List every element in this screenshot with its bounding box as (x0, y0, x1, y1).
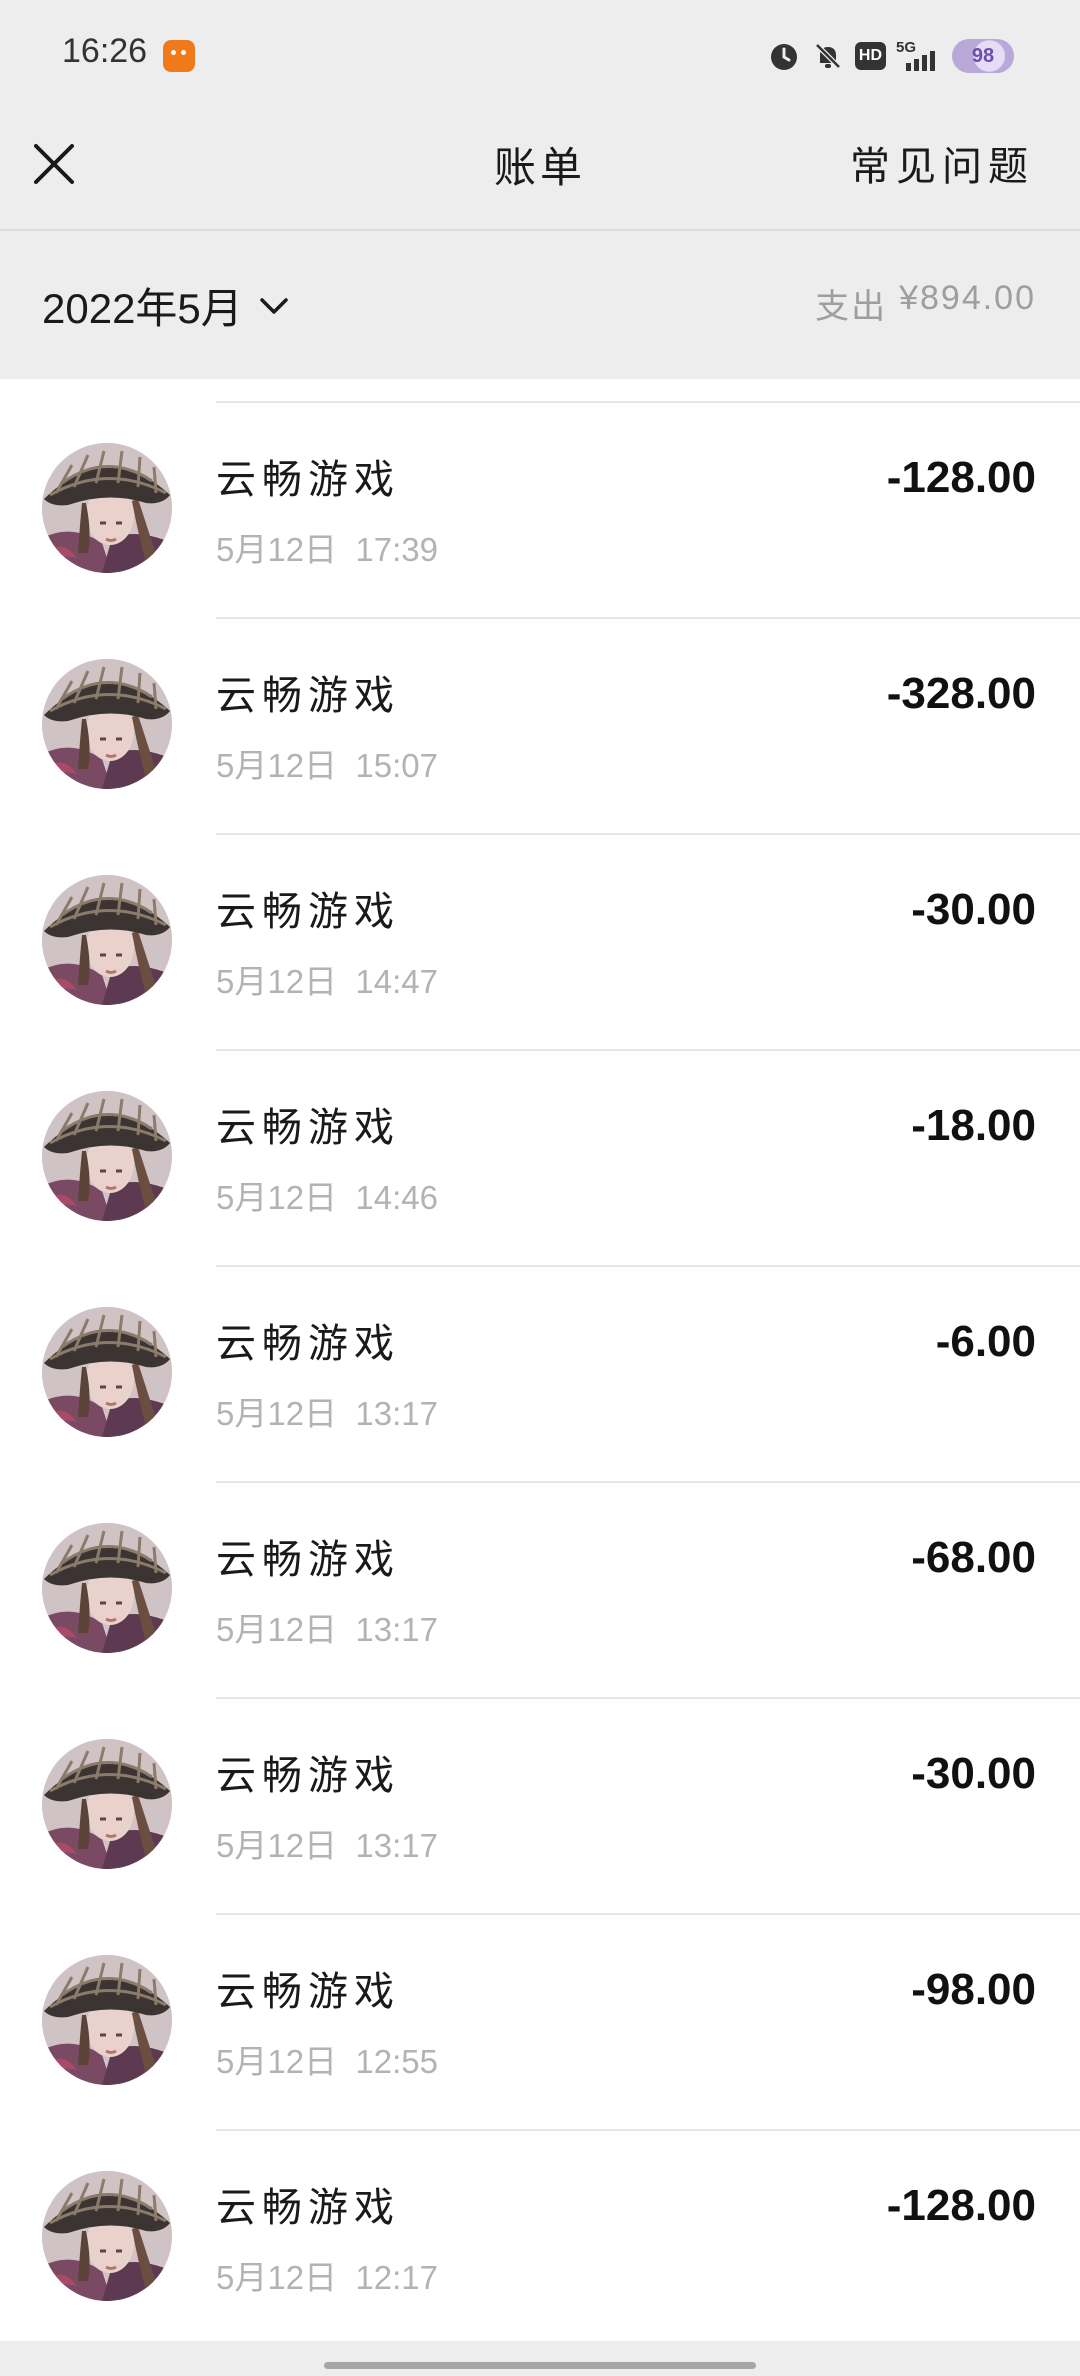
transaction-date: 5月12日 (216, 2043, 338, 2080)
merchant-name: 云畅游戏 (216, 673, 400, 719)
status-bar: 16:26 HD 5G 98 (0, 0, 1080, 100)
transaction-date: 5月12日 (216, 1395, 338, 1432)
hd-icon: HD (854, 42, 886, 70)
month-label: 2022年5月 (42, 285, 243, 332)
transaction-date: 5月12日 (216, 1827, 338, 1864)
month-selector[interactable]: 2022年5月 (42, 275, 289, 336)
transaction-amount: -128.00 (886, 2181, 1036, 2230)
transaction-amount: -98.00 (911, 1965, 1036, 2014)
transaction-time: 5月12日 13:17 (216, 1819, 438, 1867)
transaction-time: 5月12日 13:17 (216, 1603, 438, 1651)
bottom-strip (0, 2341, 1080, 2376)
transaction-row[interactable]: 云畅游戏 5月12日 13:17 -68.00 (0, 1483, 1080, 1699)
merchant-name: 云畅游戏 (216, 457, 400, 503)
expense-amount: ¥894.00 (899, 279, 1036, 317)
status-icons: HD 5G 98 (767, 36, 1014, 76)
transaction-row[interactable]: 云畅游戏 5月12日 12:17 -128.00 (0, 2131, 1080, 2341)
transaction-date: 5月12日 (216, 2259, 338, 2296)
transaction-row[interactable]: 云畅游戏 5月12日 13:17 -6.00 (0, 1267, 1080, 1483)
transaction-clock: 12:55 (355, 2043, 438, 2080)
merchant-name: 云畅游戏 (216, 889, 400, 935)
app-notification-icon (163, 40, 195, 72)
transaction-time: 5月12日 12:17 (216, 2251, 438, 2299)
nav-bar: 账单 常见问题 (0, 100, 1080, 230)
transaction-clock: 13:17 (355, 1395, 438, 1432)
transaction-time: 5月12日 15:07 (216, 739, 438, 787)
transaction-time: 5月12日 14:46 (216, 1171, 438, 1219)
signal-5g-icon: 5G (896, 39, 942, 73)
transaction-row[interactable]: 云畅游戏 5月12日 17:39 -128.00 (0, 403, 1080, 619)
transaction-amount: -6.00 (935, 1317, 1036, 1366)
transaction-time: 5月12日 14:47 (216, 955, 438, 1003)
home-indicator[interactable] (324, 2362, 756, 2369)
merchant-name: 云畅游戏 (216, 1321, 400, 1367)
avatar (42, 875, 172, 1005)
transaction-date: 5月12日 (216, 1611, 338, 1648)
avatar (42, 1307, 172, 1437)
mute-icon (811, 39, 845, 73)
transaction-clock: 14:47 (355, 963, 438, 1000)
battery-icon: 98 (952, 39, 1014, 73)
transaction-amount: -328.00 (886, 669, 1036, 718)
avatar (42, 443, 172, 573)
faq-link[interactable]: 常见问题 (850, 134, 1034, 192)
transaction-amount: -68.00 (911, 1533, 1036, 1582)
transaction-amount: -128.00 (886, 453, 1036, 502)
avatar (42, 659, 172, 789)
alarm-icon (767, 39, 801, 73)
transaction-clock: 17:39 (355, 531, 438, 568)
transaction-row[interactable]: 云畅游戏 5月12日 12:55 -98.00 (0, 1915, 1080, 2131)
merchant-name: 云畅游戏 (216, 1105, 400, 1151)
transaction-clock: 15:07 (355, 747, 438, 784)
merchant-name: 云畅游戏 (216, 1753, 400, 1799)
month-header: 2022年5月 支出 ¥894.00 (0, 231, 1080, 379)
transaction-row[interactable]: 云畅游戏 5月12日 14:46 -18.00 (0, 1051, 1080, 1267)
status-time: 16:26 (62, 32, 148, 70)
transaction-list: 云畅游戏 5月12日 17:39 -128.00 云畅游戏 5月12日 15:0… (0, 379, 1080, 2341)
avatar (42, 1523, 172, 1653)
transaction-time: 5月12日 12:55 (216, 2035, 438, 2083)
transaction-row[interactable]: 云畅游戏 5月12日 15:07 -328.00 (0, 619, 1080, 835)
transaction-time: 5月12日 17:39 (216, 523, 438, 571)
transaction-amount: -30.00 (911, 885, 1036, 934)
avatar (42, 1739, 172, 1869)
transaction-amount: -30.00 (911, 1749, 1036, 1798)
expense-label: 支出 (815, 288, 888, 326)
avatar (42, 1955, 172, 2085)
transaction-date: 5月12日 (216, 963, 338, 1000)
avatar (42, 1091, 172, 1221)
transaction-date: 5月12日 (216, 1179, 338, 1216)
merchant-name: 云畅游戏 (216, 1537, 400, 1583)
avatar (42, 2171, 172, 2301)
transaction-date: 5月12日 (216, 747, 338, 784)
transaction-time: 5月12日 13:17 (216, 1387, 438, 1435)
transaction-amount: -18.00 (911, 1101, 1036, 1150)
chevron-down-icon (260, 297, 288, 314)
merchant-name: 云畅游戏 (216, 2185, 400, 2231)
transaction-row[interactable]: 云畅游戏 5月12日 13:17 -30.00 (0, 1699, 1080, 1915)
merchant-name: 云畅游戏 (216, 1969, 400, 2015)
transaction-clock: 13:17 (355, 1827, 438, 1864)
expense-summary: 支出 ¥894.00 (815, 279, 1036, 328)
transaction-clock: 12:17 (355, 2259, 438, 2296)
transaction-row[interactable]: 云畅游戏 5月12日 14:47 -30.00 (0, 835, 1080, 1051)
transaction-clock: 14:46 (355, 1179, 438, 1216)
transaction-clock: 13:17 (355, 1611, 438, 1648)
battery-level: 98 (971, 44, 995, 67)
transaction-date: 5月12日 (216, 531, 338, 568)
